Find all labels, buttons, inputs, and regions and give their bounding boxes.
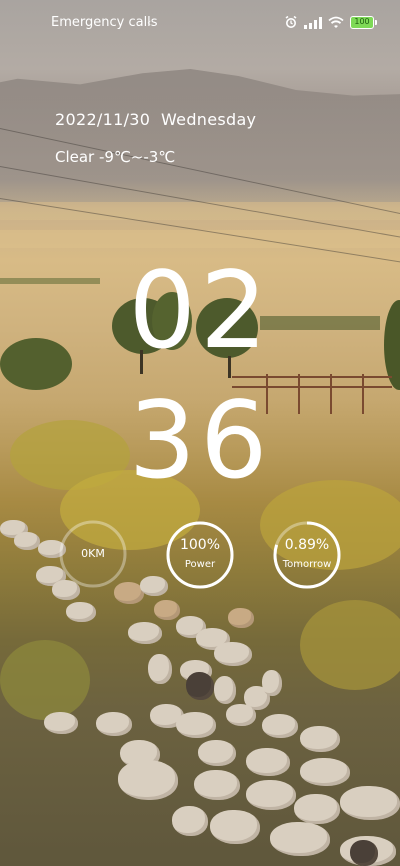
sheep bbox=[340, 786, 400, 820]
distance-widget[interactable]: 0KM bbox=[58, 519, 128, 589]
sheep bbox=[226, 704, 256, 726]
sheep bbox=[44, 712, 78, 734]
notification-dot-icon: ‹ bbox=[147, 16, 152, 29]
sheep bbox=[148, 654, 172, 684]
tomorrow-ring-icon bbox=[273, 521, 341, 589]
sheep bbox=[154, 600, 180, 620]
sheep bbox=[270, 822, 330, 856]
sheep bbox=[194, 770, 240, 800]
tomorrow-label: Tomorrow bbox=[282, 559, 332, 570]
tomorrow-widget[interactable]: 0.89% Tomorrow bbox=[272, 520, 342, 590]
sheep bbox=[246, 780, 296, 810]
sheep bbox=[172, 806, 208, 836]
weather-text: Clear -9℃~-3℃ bbox=[55, 148, 176, 166]
sheep bbox=[228, 608, 254, 628]
battery-level: 100 bbox=[354, 17, 370, 26]
sheep bbox=[210, 810, 260, 844]
power-widget[interactable]: 100% Power bbox=[165, 520, 235, 590]
sheep bbox=[14, 532, 40, 550]
sheep bbox=[198, 740, 236, 766]
sheep bbox=[350, 840, 378, 866]
sheep bbox=[300, 758, 350, 786]
sheep bbox=[214, 642, 252, 666]
power-label: Power bbox=[184, 559, 216, 570]
fence-rail bbox=[232, 376, 392, 378]
status-bar: Emergency calls ‹ 100 bbox=[0, 0, 400, 44]
power-value: 100% bbox=[179, 537, 221, 553]
status-icons: 100 bbox=[284, 14, 377, 30]
field-band bbox=[0, 230, 400, 248]
sheep bbox=[140, 576, 168, 596]
bush bbox=[0, 640, 90, 720]
distance-label: 0KM bbox=[81, 547, 105, 560]
bush bbox=[300, 600, 400, 690]
sheep bbox=[294, 794, 340, 824]
wifi-icon bbox=[328, 16, 344, 28]
sheep bbox=[186, 672, 214, 700]
clock-hour: 02 bbox=[128, 249, 272, 372]
sheep bbox=[262, 714, 298, 738]
sheep bbox=[118, 760, 178, 800]
sheep bbox=[246, 748, 290, 776]
date-text: 2022/11/30 Wednesday bbox=[55, 110, 257, 129]
clock-minute: 36 bbox=[128, 379, 272, 502]
sheep bbox=[262, 670, 282, 696]
carrier-label: Emergency calls bbox=[51, 15, 158, 30]
sheep bbox=[66, 602, 96, 622]
sheep bbox=[96, 712, 132, 736]
battery-icon: 100 bbox=[350, 15, 377, 29]
sheep bbox=[300, 726, 340, 752]
tomorrow-value: 0.89% bbox=[284, 537, 330, 553]
sheep bbox=[214, 676, 236, 704]
sheep bbox=[128, 622, 162, 644]
signal-icon bbox=[304, 16, 322, 29]
alarm-icon bbox=[285, 15, 297, 28]
sheep bbox=[176, 712, 216, 738]
power-ring-icon bbox=[166, 521, 234, 589]
